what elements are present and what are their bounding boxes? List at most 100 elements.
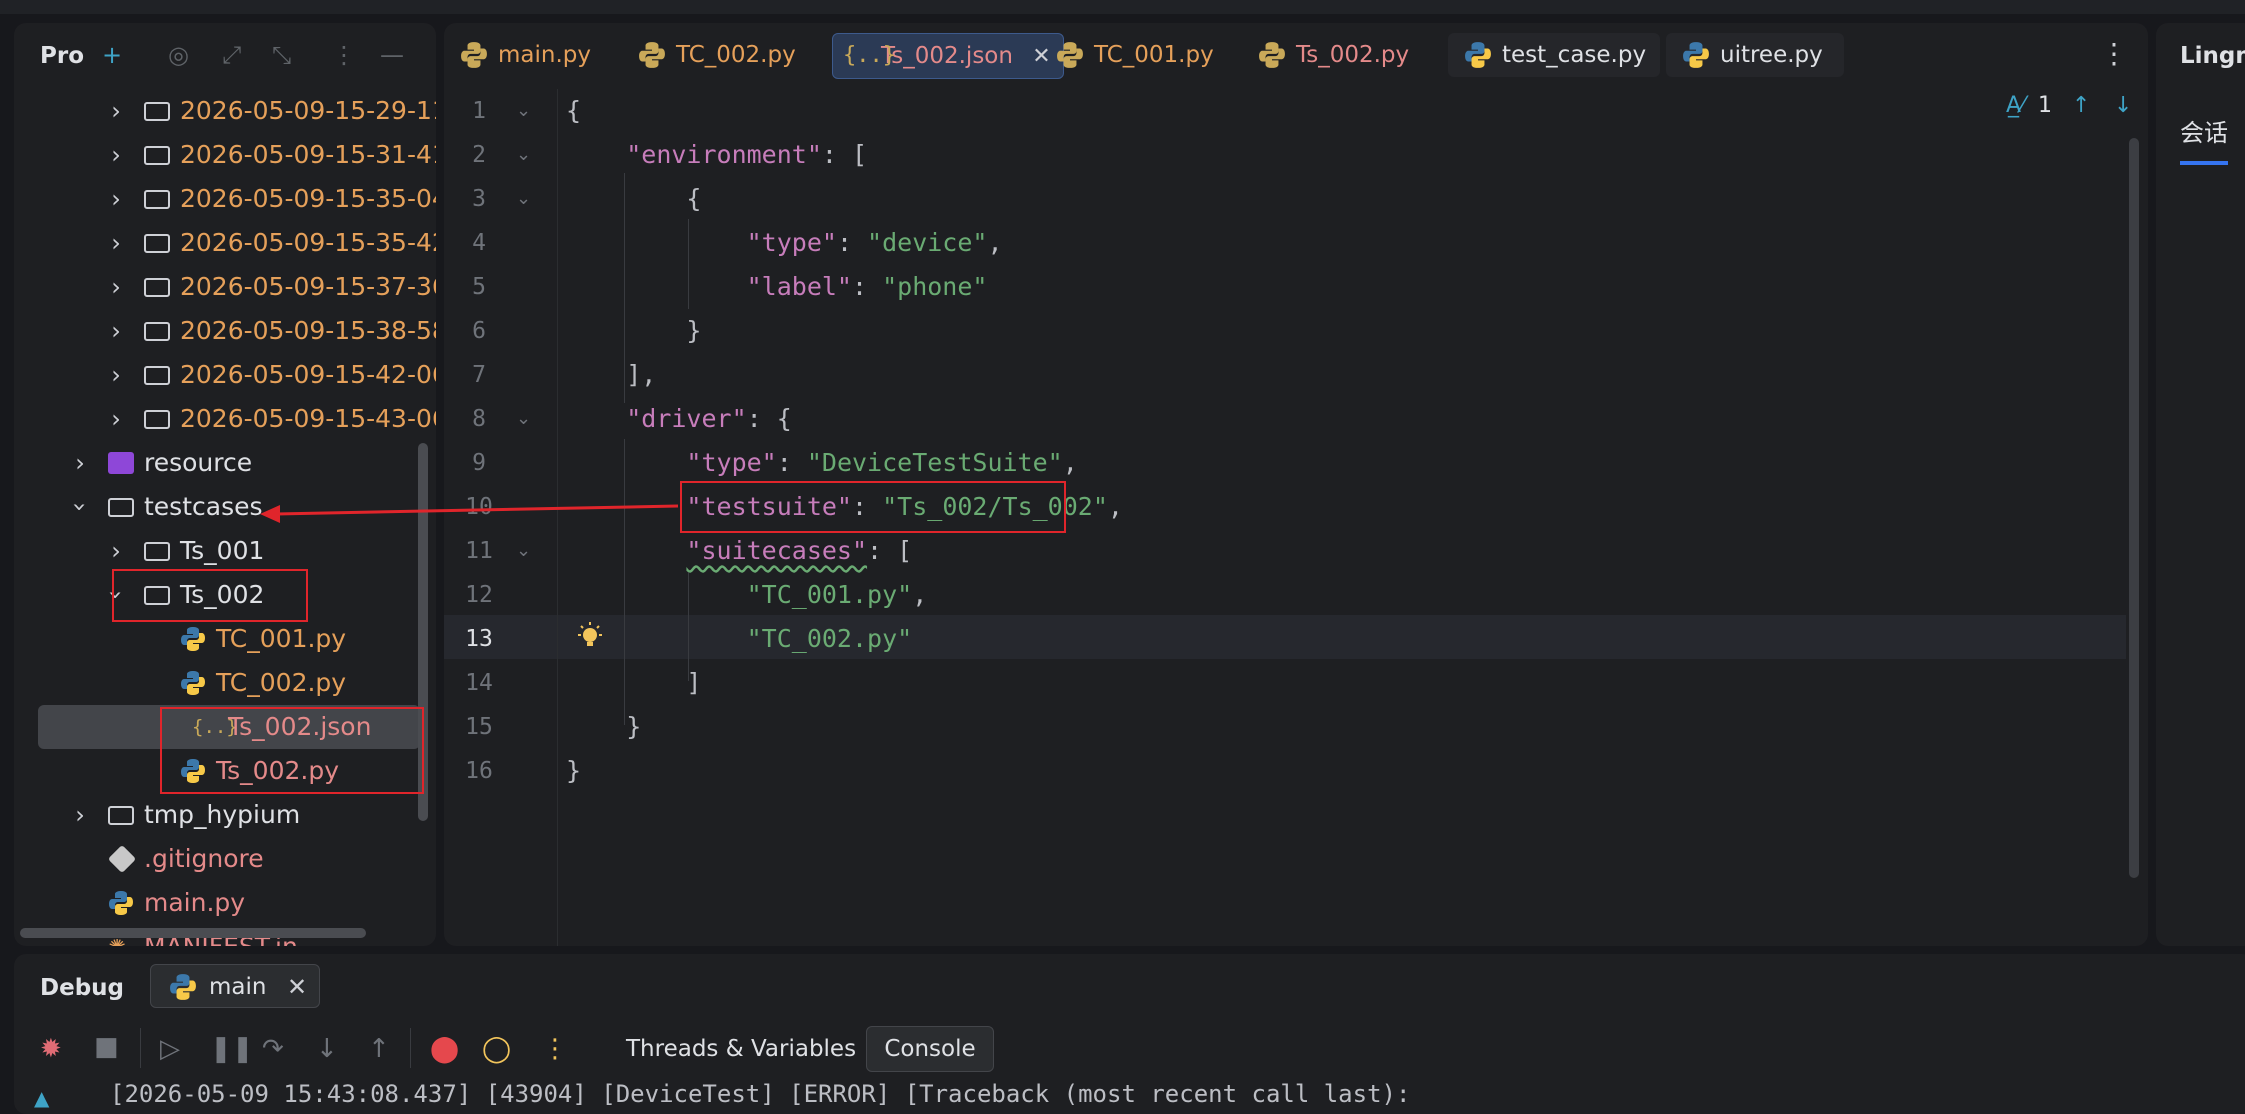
annotation-box-ts002-files: [160, 707, 424, 794]
tab-options-icon[interactable]: ⋮: [2100, 37, 2128, 70]
line-number: 2: [472, 142, 486, 168]
tree-item-gitignore[interactable]: .gitignore: [14, 837, 424, 881]
tree-item-tc001[interactable]: TC_001.py: [14, 617, 424, 661]
tree-item-ts001[interactable]: › Ts_001: [14, 529, 424, 573]
tree-item-folder[interactable]: › 2026-05-09-15-38-58: [14, 309, 436, 353]
tree-item-label: .gitignore: [144, 844, 264, 873]
fold-icon[interactable]: ⌄: [516, 89, 531, 133]
mute-breakpoints-icon[interactable]: ◯: [482, 1034, 511, 1064]
tab-main-py[interactable]: main.py: [444, 33, 603, 77]
chevron-right-icon[interactable]: ›: [106, 309, 126, 353]
add-icon[interactable]: +: [102, 41, 122, 69]
pause-icon[interactable]: ❚❚: [210, 1034, 254, 1064]
tree-item-label: main.py: [144, 888, 246, 917]
code-line: "suitecases": [: [686, 536, 913, 565]
tree-item-folder[interactable]: › 2026-05-09-15-29-11: [14, 89, 436, 133]
tab-ts002-py[interactable]: Ts_002.py: [1242, 33, 1421, 77]
tab-test-case-py[interactable]: test_case.py: [1448, 33, 1660, 77]
line-number: 11: [465, 538, 493, 564]
tree-item-tmp-hypium[interactable]: › tmp_hypium: [14, 793, 424, 837]
project-panel-title[interactable]: Pro: [40, 43, 84, 69]
resume-icon[interactable]: ▷: [160, 1034, 180, 1064]
line-number: 9: [472, 450, 486, 476]
bug-icon[interactable]: ✹: [40, 1034, 62, 1064]
editor-vertical-scrollbar[interactable]: [2129, 138, 2139, 878]
python-file-icon: [109, 891, 133, 915]
chevron-right-icon[interactable]: ›: [106, 177, 126, 221]
tab-label: Ts_002.py: [1296, 42, 1410, 68]
tree-item-resource[interactable]: › resource: [14, 441, 424, 485]
tree-item-folder[interactable]: › 2026-05-09-15-31-41: [14, 133, 436, 177]
step-into-icon[interactable]: ↓: [316, 1034, 338, 1064]
scroll-up-icon[interactable]: ▲: [34, 1086, 49, 1110]
tree-item-label: resource: [144, 448, 253, 477]
more-options-icon[interactable]: ⋮: [542, 1034, 568, 1064]
tree-item-folder[interactable]: › 2026-05-09-15-37-36: [14, 265, 436, 309]
tree-item-main-py[interactable]: main.py: [14, 881, 424, 925]
folder-open-icon: [108, 498, 134, 517]
line-number: 12: [465, 582, 493, 608]
chevron-right-icon[interactable]: ›: [106, 265, 126, 309]
arrow-down-icon[interactable]: ↓: [2114, 93, 2132, 118]
fold-icon[interactable]: ⌄: [516, 529, 531, 573]
project-panel: Pro + ◎ ⤢ ⤡ ⋮ — › 2026-05-09-15-29-11 › …: [14, 23, 436, 946]
step-over-icon[interactable]: ↷: [262, 1034, 284, 1064]
tree-item-label: tmp_hypium: [144, 800, 301, 829]
chevron-down-icon[interactable]: ›: [58, 497, 102, 517]
console-tab[interactable]: Console: [866, 1026, 994, 1072]
folder-icon: [144, 410, 170, 429]
tab-ts002-json[interactable]: {..} Ts_002.json ✕: [832, 33, 1064, 79]
tab-tc002-py[interactable]: TC_002.py: [622, 33, 808, 77]
close-icon[interactable]: ✕: [287, 965, 307, 1009]
expand-all-icon[interactable]: ⤢: [222, 41, 241, 69]
tree-item-folder[interactable]: › 2026-05-09-15-42-06: [14, 353, 436, 397]
assistant-chat-tab[interactable]: 会话: [2180, 113, 2228, 148]
fold-icon[interactable]: ⌄: [516, 177, 531, 221]
chevron-right-icon[interactable]: ›: [106, 397, 126, 441]
git-icon: [107, 844, 137, 874]
line-number: 1: [472, 98, 486, 124]
step-out-icon[interactable]: ↑: [368, 1034, 390, 1064]
line-number: 3: [472, 186, 486, 212]
tab-tc001-py[interactable]: TC_001.py: [1040, 33, 1226, 77]
chevron-right-icon[interactable]: ›: [70, 441, 90, 485]
python-file-icon: [1683, 42, 1709, 68]
tab-label: test_case.py: [1502, 42, 1647, 68]
debug-session-tab[interactable]: main ✕: [150, 964, 320, 1008]
debug-tab-label: main: [209, 974, 267, 1000]
tree-horizontal-scrollbar[interactable]: [20, 928, 366, 938]
tab-label: Ts_002.json: [881, 43, 1013, 69]
chevron-right-icon[interactable]: ›: [106, 221, 126, 265]
code-line: }: [566, 756, 582, 785]
fold-icon[interactable]: ⌄: [516, 397, 531, 441]
threads-variables-tab[interactable]: Threads & Variables: [626, 1036, 856, 1062]
inspection-icon[interactable]: A̲⁄: [2006, 93, 2025, 118]
chevron-right-icon[interactable]: ›: [70, 793, 90, 837]
collapse-all-icon[interactable]: ⤡: [272, 41, 291, 69]
tree-item-folder[interactable]: › 2026-05-09-15-43-06: [14, 397, 436, 441]
chevron-right-icon[interactable]: ›: [106, 133, 126, 177]
arrow-up-icon[interactable]: ↑: [2072, 93, 2090, 118]
options-icon[interactable]: ⋮: [332, 41, 356, 69]
python-file-icon: [1259, 42, 1285, 68]
tree-item-label: 2026-05-09-15-37-36: [180, 272, 436, 301]
line-number: 16: [465, 758, 493, 784]
tree-item-tc002[interactable]: TC_002.py: [14, 661, 424, 705]
fold-icon[interactable]: ⌄: [516, 133, 531, 177]
chevron-right-icon[interactable]: ›: [106, 529, 126, 573]
tree-item-label: 2026-05-09-15-38-58: [180, 316, 436, 345]
target-icon[interactable]: ◎: [168, 41, 189, 69]
project-toolbar: Pro + ◎ ⤢ ⤡ ⋮ —: [14, 23, 436, 89]
tab-uitree-py[interactable]: uitree.py: [1666, 33, 1844, 77]
tree-item-folder[interactable]: › 2026-05-09-15-35-04: [14, 177, 436, 221]
folder-icon: [144, 322, 170, 341]
annotation-box-testsuite: [680, 481, 1066, 533]
chevron-right-icon[interactable]: ›: [106, 89, 126, 133]
tree-item-folder[interactable]: › 2026-05-09-15-35-42: [14, 221, 436, 265]
chevron-right-icon[interactable]: ›: [106, 353, 126, 397]
inspection-count[interactable]: 1: [2038, 93, 2052, 118]
stop-icon[interactable]: ■: [94, 1032, 119, 1062]
hide-icon[interactable]: —: [380, 41, 404, 69]
breakpoints-icon[interactable]: ⬤: [430, 1034, 459, 1064]
line-number: 14: [465, 670, 493, 696]
